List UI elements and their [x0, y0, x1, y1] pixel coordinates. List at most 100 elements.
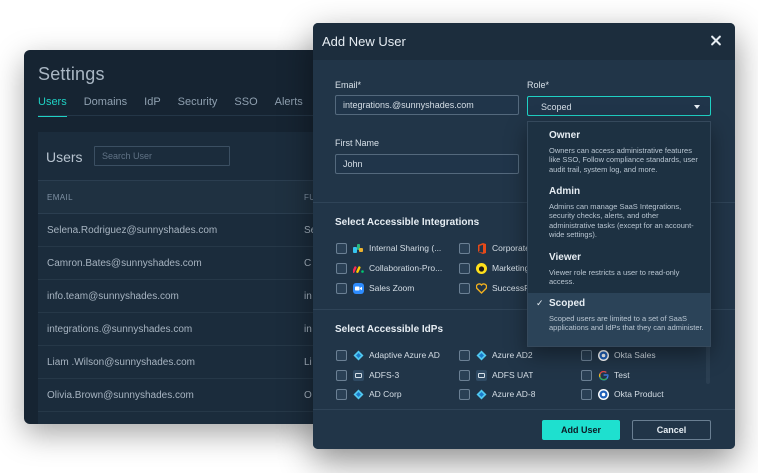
add-user-button[interactable]: Add User [542, 420, 620, 440]
tab-security[interactable]: Security [178, 96, 218, 117]
idp-item[interactable]: Okta Product [581, 387, 691, 401]
first-name-field[interactable] [335, 154, 519, 174]
integration-label: Sales Zoom [369, 283, 415, 293]
role-option-scoped[interactable]: ✓ Scoped Scoped users are limited to a s… [528, 293, 710, 346]
checkbox[interactable] [459, 369, 470, 381]
modal-header: Add New User [313, 23, 735, 60]
user-search-input[interactable] [94, 146, 230, 166]
user-name: C [304, 258, 312, 269]
okta-icon [598, 349, 609, 361]
checkbox[interactable] [459, 349, 470, 361]
idp-label: Okta Product [614, 389, 664, 399]
users-panel: Users EMAIL FU Selena.Rodriguez@sunnysha… [38, 132, 324, 424]
integration-item[interactable]: Corporate [459, 241, 529, 255]
checkbox[interactable] [581, 388, 592, 400]
azure-icon [476, 389, 487, 400]
tab-users[interactable]: Users [38, 96, 67, 117]
integration-item[interactable]: Sales Zoom [336, 281, 454, 295]
role-dropdown-menu: Owner Owners can access administrative f… [527, 121, 711, 347]
slack-icon [353, 243, 364, 254]
user-email: info.team@sunnyshades.com [47, 291, 179, 302]
users-table-body: Selena.Rodriguez@sunnyshades.com Se Camr… [38, 214, 324, 424]
integrations-title: Select Accessible Integrations [335, 217, 480, 228]
role-select[interactable]: Scoped [527, 96, 711, 116]
column-email[interactable]: EMAIL [47, 193, 73, 202]
idp-item[interactable]: AD Corp [336, 387, 454, 401]
checkbox[interactable] [581, 369, 592, 381]
heart-icon [476, 282, 487, 294]
users-table-header: EMAIL FU [38, 180, 324, 214]
user-email: Camron.Bates@sunnyshades.com [47, 258, 202, 269]
adfs-icon [476, 369, 487, 381]
checkbox[interactable] [459, 388, 470, 400]
idp-label: Azure AD-8 [492, 389, 536, 399]
checkbox[interactable] [336, 262, 347, 274]
user-name: O [304, 390, 312, 401]
close-icon[interactable] [707, 32, 725, 50]
integration-item[interactable]: Internal Sharing (... [336, 241, 454, 255]
modal-title: Add New User [322, 34, 406, 49]
checkbox[interactable] [581, 349, 592, 361]
user-name: Li [304, 357, 312, 368]
integration-item[interactable]: SuccessF [459, 281, 529, 295]
caret-down-icon [694, 105, 700, 109]
office-icon [476, 242, 487, 254]
idp-label: Okta Sales [614, 350, 656, 360]
role-option-admin[interactable]: Admin Admins can manage SaaS Integration… [528, 181, 710, 247]
table-row[interactable]: integrations.@sunnyshades.com in [38, 313, 324, 346]
tab-alerts[interactable]: Alerts [275, 96, 303, 117]
settings-title: Settings [38, 64, 105, 84]
role-option-description: Admins can manage SaaS Integrations, sec… [549, 202, 694, 240]
checkbox[interactable] [459, 282, 470, 294]
integration-item[interactable]: Marketing [459, 261, 529, 275]
checkbox[interactable] [336, 369, 347, 381]
table-row[interactable] [38, 412, 324, 424]
role-option-name: Admin [549, 186, 581, 197]
tabs-divider [38, 115, 324, 116]
checkbox[interactable] [459, 262, 470, 274]
table-row[interactable]: Liam .Wilson@sunnyshades.com Li [38, 346, 324, 379]
idp-item[interactable]: Azure AD-8 [459, 387, 569, 401]
role-option-owner[interactable]: Owner Owners can access administrative f… [528, 122, 710, 181]
cancel-button[interactable]: Cancel [632, 420, 711, 440]
idp-item[interactable]: Okta Sales [581, 348, 691, 362]
checkbox[interactable] [336, 388, 347, 400]
integration-item[interactable]: Collaboration-Pro... [336, 261, 454, 275]
checkbox[interactable] [336, 282, 347, 294]
role-option-description: Scoped users are limited to a set of Saa… [549, 314, 704, 333]
table-row[interactable]: info.team@sunnyshades.com in [38, 280, 324, 313]
role-option-name: Viewer [549, 252, 582, 263]
settings-tabs: Users Domains IdP Security SSO Alerts [38, 96, 320, 117]
tab-idp[interactable]: IdP [144, 96, 161, 117]
idp-label: ADFS UAT [492, 370, 534, 380]
checkbox[interactable] [336, 242, 347, 254]
idp-label: Test [614, 370, 630, 380]
user-email: Selena.Rodriguez@sunnyshades.com [47, 225, 218, 236]
idp-label: Azure AD2 [492, 350, 533, 360]
checkmark-icon: ✓ [536, 298, 544, 308]
tab-sso[interactable]: SSO [234, 96, 257, 117]
idp-item[interactable]: ADFS-3 [336, 368, 454, 382]
table-row[interactable]: Camron.Bates@sunnyshades.com C [38, 247, 324, 280]
table-row[interactable]: Selena.Rodriguez@sunnyshades.com Se [38, 214, 324, 247]
idp-item[interactable]: Azure AD2 [459, 348, 569, 362]
first-name-label: First Name [335, 138, 380, 148]
idp-item[interactable]: Adaptive Azure AD [336, 348, 454, 362]
table-row[interactable]: Olivia.Brown@sunnyshades.com O [38, 379, 324, 412]
azure-icon [476, 350, 487, 361]
idp-label: ADFS-3 [369, 370, 400, 380]
user-name: in [304, 324, 312, 335]
role-select-value: Scoped [541, 102, 572, 112]
idp-item[interactable]: ADFS UAT [459, 368, 569, 382]
google-icon [598, 370, 609, 381]
mailchimp-icon [476, 262, 487, 274]
user-email: integrations.@sunnyshades.com [47, 324, 193, 335]
email-field[interactable] [335, 95, 519, 115]
integration-label: Internal Sharing (... [369, 243, 442, 253]
role-option-viewer[interactable]: Viewer Viewer role restricts a user to r… [528, 247, 710, 293]
checkbox[interactable] [336, 349, 347, 361]
role-option-description: Owners can access administrative feature… [549, 146, 698, 174]
checkbox[interactable] [459, 242, 470, 254]
idp-item[interactable]: Test [581, 368, 691, 382]
tab-domains[interactable]: Domains [84, 96, 127, 117]
